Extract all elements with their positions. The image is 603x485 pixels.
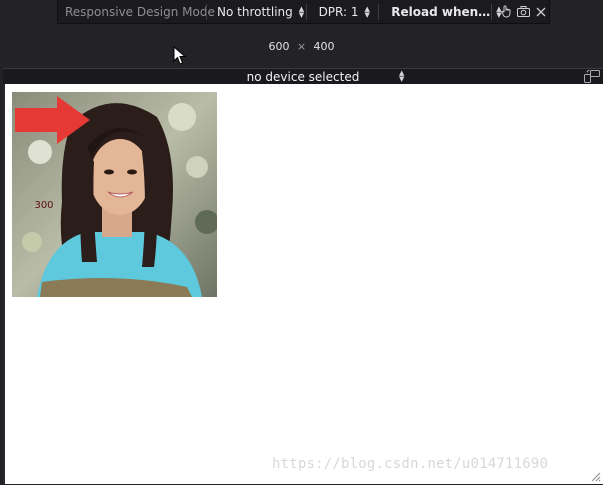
device-selector-bar: no device selected ▲ ▼ — [3, 68, 603, 84]
responsive-design-window: Responsive Design Mode No throttling ▲ ▼ … — [0, 0, 603, 485]
dpr-select[interactable]: DPR: 1 ▲ ▼ — [307, 5, 379, 19]
viewport-height-input[interactable]: 400 — [314, 40, 342, 53]
responsive-viewport: 300 https://blog.csdn.net/u014711690 — [3, 84, 603, 484]
select-arrows-icon: ▲ ▼ — [364, 4, 370, 19]
device-select[interactable]: no device selected — [247, 70, 360, 84]
size-separator: × — [296, 40, 307, 53]
reload-select[interactable]: Reload when… ▲ ▼ — [379, 4, 501, 19]
rdm-toolbar: Responsive Design Mode No throttling ▲ ▼ … — [57, 0, 550, 24]
camera-icon[interactable] — [515, 4, 532, 20]
watermark: https://blog.csdn.net/u014711690 — [272, 456, 549, 472]
viewport-size-readout: 600 × 400 — [0, 40, 603, 53]
throttling-select[interactable]: No throttling ▲ ▼ — [207, 5, 306, 19]
toolbar-title: Responsive Design Mode — [65, 4, 215, 19]
select-arrows-icon: ▲ ▼ — [399, 69, 405, 83]
portrait-photo — [12, 92, 217, 297]
dpr-value: DPR: 1 — [318, 4, 359, 19]
reload-value: Reload when… — [391, 4, 491, 19]
resize-handle-icon[interactable] — [589, 470, 601, 482]
throttling-value: No throttling — [217, 4, 293, 19]
close-icon[interactable] — [532, 4, 549, 20]
rotate-icon[interactable] — [584, 70, 600, 83]
toolbar-divider — [491, 3, 493, 20]
touch-icon[interactable] — [498, 4, 515, 20]
arrow-label: 300 — [34, 200, 54, 211]
select-arrows-icon: ▲ ▼ — [298, 4, 305, 19]
viewport-width-input[interactable]: 600 — [262, 40, 290, 53]
